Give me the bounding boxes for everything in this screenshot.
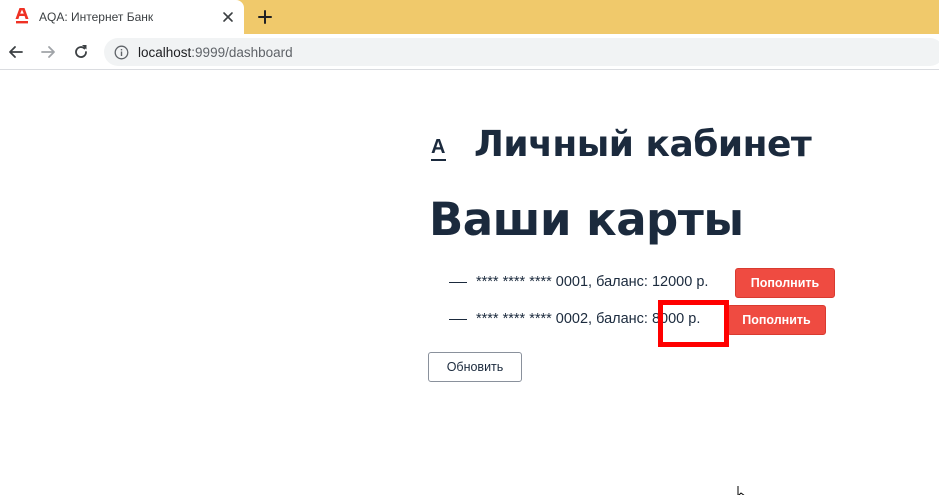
alfa-logo: A [431, 136, 446, 161]
forward-icon[interactable] [38, 42, 58, 62]
list-dash [449, 282, 467, 283]
cards-heading: Ваши карты [429, 193, 744, 246]
reload-icon[interactable] [71, 42, 91, 62]
browser-toolbar: localhost:9999/dashboard [0, 34, 939, 70]
url-host: localhost [138, 45, 192, 60]
new-tab-icon[interactable] [256, 8, 274, 26]
card-info: **** **** **** 0001, баланс: 12000 р. [476, 274, 709, 290]
topup-button[interactable]: Пополнить [735, 268, 835, 298]
address-bar[interactable]: localhost:9999/dashboard [104, 38, 939, 66]
tab-strip: AQA: Интернет Банк [0, 0, 939, 34]
browser-tab[interactable]: AQA: Интернет Банк [0, 0, 244, 34]
tab-title: AQA: Интернет Банк [39, 10, 154, 24]
mouse-cursor-icon [737, 486, 745, 495]
logo-underline [431, 159, 446, 161]
info-icon[interactable] [114, 45, 129, 60]
url-path: :9999/dashboard [191, 45, 293, 60]
highlight-box [658, 300, 729, 347]
url-text[interactable]: localhost:9999/dashboard [138, 45, 293, 60]
list-dash [449, 319, 467, 320]
page-title: Личный кабинет [474, 124, 812, 165]
close-tab-icon[interactable] [220, 9, 236, 25]
topup-button[interactable]: Пополнить [727, 305, 826, 335]
alfa-a-icon [15, 8, 29, 24]
logo-letter: A [431, 136, 446, 158]
refresh-button[interactable]: Обновить [428, 352, 522, 382]
back-icon[interactable] [6, 42, 26, 62]
